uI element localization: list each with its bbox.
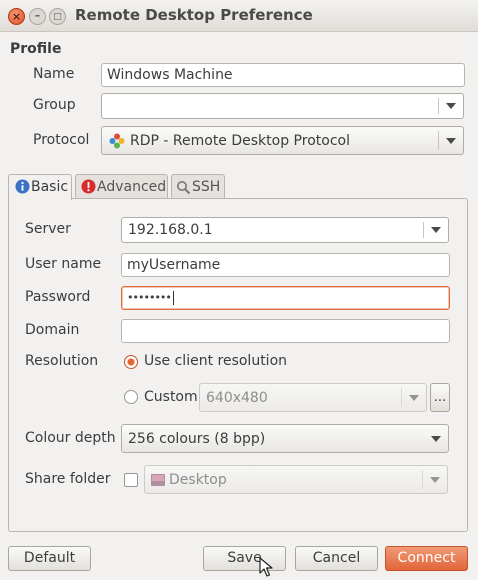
domain-label: Domain <box>25 322 80 338</box>
share-folder-combo[interactable]: Desktop <box>144 465 448 494</box>
magnifier-icon <box>177 181 191 195</box>
protocol-combo[interactable]: RDP - Remote Desktop Protocol <box>101 126 464 155</box>
share-folder-value: Desktop <box>169 472 227 488</box>
save-button[interactable]: Save <box>203 546 286 571</box>
mouse-pointer-icon <box>259 557 273 577</box>
share-folder-separator <box>422 470 423 489</box>
rdp-protocol-icon <box>109 133 125 149</box>
domain-field[interactable] <box>121 319 450 343</box>
chevron-down-icon <box>430 476 440 483</box>
warning-icon <box>81 179 96 194</box>
window-title: Remote Desktop Preference <box>75 6 313 24</box>
share-folder-checkbox[interactable] <box>124 473 138 487</box>
server-combo[interactable]: 192.168.0.1 <box>121 217 449 243</box>
resolution-more-button[interactable]: ... <box>430 383 450 412</box>
default-button[interactable]: Default <box>8 546 91 571</box>
minimize-icon[interactable]: – <box>29 8 46 25</box>
tab-advanced[interactable]: Advanced <box>75 174 168 199</box>
tab-basic[interactable]: Basic <box>8 174 72 200</box>
resolution-client-radio[interactable] <box>124 355 138 369</box>
share-folder-label: Share folder <box>25 471 111 487</box>
colour-depth-value: 256 colours (8 bpp) <box>128 431 266 447</box>
title-bar: × – □ Remote Desktop Preference <box>0 0 478 32</box>
maximize-icon[interactable]: □ <box>49 8 66 25</box>
cancel-button[interactable]: Cancel <box>295 546 378 571</box>
password-field-value: •••••••• <box>127 291 172 304</box>
tab-ssh-label: SSH <box>192 179 221 195</box>
profile-section-title: Profile <box>10 41 62 57</box>
username-label: User name <box>25 256 102 272</box>
resolution-label: Resolution <box>25 353 99 369</box>
text-cursor <box>172 291 174 305</box>
server-combo-value: 192.168.0.1 <box>128 222 213 238</box>
group-label: Group <box>33 97 76 113</box>
tab-basic-label: Basic <box>31 179 69 195</box>
protocol-combo-value: RDP - Remote Desktop Protocol <box>130 133 350 149</box>
desktop-folder-icon <box>151 474 165 486</box>
username-field[interactable]: myUsername <box>121 253 450 277</box>
server-combo-separator <box>423 222 424 238</box>
resolution-custom-combo[interactable]: 640x480 <box>199 383 427 412</box>
info-icon <box>15 179 30 194</box>
chevron-down-icon <box>409 394 419 401</box>
chevron-down-icon <box>446 137 456 144</box>
password-label: Password <box>25 289 91 305</box>
connect-button[interactable]: Connect <box>385 546 468 571</box>
password-field[interactable]: •••••••• <box>121 286 450 310</box>
group-combo[interactable] <box>101 93 464 119</box>
name-field[interactable]: Windows Machine <box>101 63 465 87</box>
resolution-combo-separator <box>401 388 402 407</box>
close-icon[interactable]: × <box>8 8 25 25</box>
chevron-down-icon <box>431 227 441 233</box>
resolution-custom-label[interactable]: Custom <box>144 389 198 405</box>
resolution-custom-radio[interactable] <box>124 390 138 404</box>
colour-depth-label: Colour depth <box>25 430 116 446</box>
protocol-combo-separator <box>438 131 439 150</box>
tab-advanced-label: Advanced <box>97 179 167 195</box>
group-combo-separator <box>438 98 439 114</box>
name-label: Name <box>33 66 75 82</box>
tab-ssh[interactable]: SSH <box>171 174 225 199</box>
resolution-client-label[interactable]: Use client resolution <box>144 353 287 369</box>
chevron-down-icon <box>446 103 456 109</box>
server-label: Server <box>25 221 71 237</box>
colour-depth-combo[interactable]: 256 colours (8 bpp) <box>121 424 449 453</box>
resolution-custom-value: 640x480 <box>206 390 268 406</box>
protocol-label: Protocol <box>33 132 90 148</box>
chevron-down-icon <box>431 435 441 442</box>
